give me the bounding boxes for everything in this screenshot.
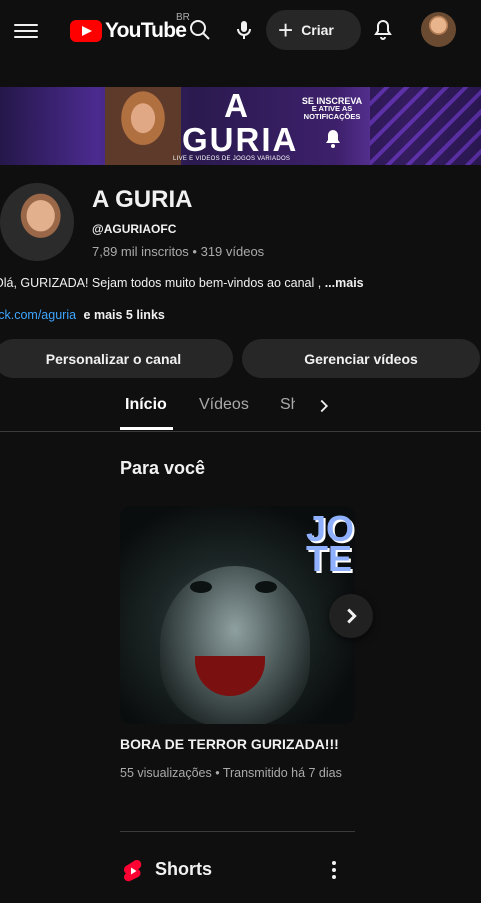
thumbnail-eye-left (190, 581, 212, 593)
video-title[interactable]: BORA DE TERROR GURIZADA!!! (120, 736, 339, 752)
banner-subtitle: LIVE E VIDEOS DE JOGOS VARIADOS (173, 156, 291, 162)
banner-cta: SE INSCREVA E ATIVE AS NOTIFICAÇÕES (298, 97, 366, 121)
active-tab-indicator (120, 427, 173, 430)
carousel-next-button[interactable] (329, 594, 373, 638)
banner-title: A GURIA (182, 87, 299, 158)
channel-avatar[interactable] (0, 183, 74, 261)
channel-tabs: Início Vídeos Sh (0, 383, 481, 432)
banner-title-line2: GURIA (182, 121, 299, 158)
menu-icon[interactable] (14, 20, 38, 40)
thumbnail-eye-right (255, 581, 277, 593)
manage-videos-button[interactable]: Gerenciar vídeos (242, 339, 480, 378)
channel-handle: @AGURIAOFC (92, 222, 177, 236)
channel-name: A GURIA (92, 186, 193, 213)
channel-banner: A GURIA LIVE E VIDEOS DE JOGOS VARIADOS … (0, 87, 481, 165)
channel-description[interactable]: Olá, GURIZADA! Sejam todos muito bem-vin… (0, 276, 364, 290)
top-bar: YouTube BR + Criar (0, 0, 481, 62)
microphone-icon[interactable] (232, 18, 256, 42)
description-more-link[interactable]: ...mais (325, 276, 364, 290)
channel-links: tick.com/aguria e mais 5 links (0, 308, 165, 322)
account-avatar[interactable] (421, 12, 456, 47)
shorts-icon (123, 860, 142, 882)
banner-photo (105, 87, 181, 165)
logo-text: YouTube (105, 19, 187, 42)
banner-bell-icon (326, 130, 340, 148)
chevron-right-icon[interactable] (313, 395, 335, 417)
search-icon[interactable] (188, 18, 212, 42)
thumbnail-text-line2: TE (306, 538, 353, 579)
banner-keyboard-graphic (370, 87, 481, 165)
shorts-title: Shorts (155, 859, 213, 879)
more-links-button[interactable]: e mais 5 links (84, 308, 165, 322)
section-title: Para você (120, 458, 206, 478)
tab-inicio[interactable]: Início (125, 396, 167, 414)
create-button[interactable]: + Criar (266, 10, 361, 50)
customize-channel-button[interactable]: Personalizar o canal (0, 339, 233, 378)
thumbnail-text: JO TE (306, 511, 354, 579)
thumbnail-image (160, 566, 310, 724)
channel-link[interactable]: tick.com/aguria (0, 308, 76, 322)
banner-title-line1: A (224, 87, 250, 124)
youtube-play-icon (70, 20, 102, 42)
banner-cta-line3: NOTIFICAÇÕES (303, 112, 361, 121)
chevron-right-icon (347, 608, 357, 624)
channel-stats: 7,89 mil inscritos • 319 vídeos (92, 244, 265, 259)
plus-icon: + (278, 15, 294, 45)
create-label: Criar (301, 22, 334, 38)
more-options-icon[interactable] (322, 858, 346, 882)
notifications-bell-icon[interactable] (371, 18, 395, 42)
video-thumbnail[interactable]: JO TE (120, 506, 355, 724)
section-divider (120, 831, 355, 832)
tab-shorts[interactable]: Sh (280, 396, 295, 414)
youtube-logo[interactable]: YouTube (70, 16, 187, 46)
video-meta: 55 visualizações • Transmitido há 7 dias (120, 766, 342, 780)
channel-description-text: Olá, GURIZADA! Sejam todos muito bem-vin… (0, 276, 322, 290)
tab-videos[interactable]: Vídeos (199, 396, 249, 414)
